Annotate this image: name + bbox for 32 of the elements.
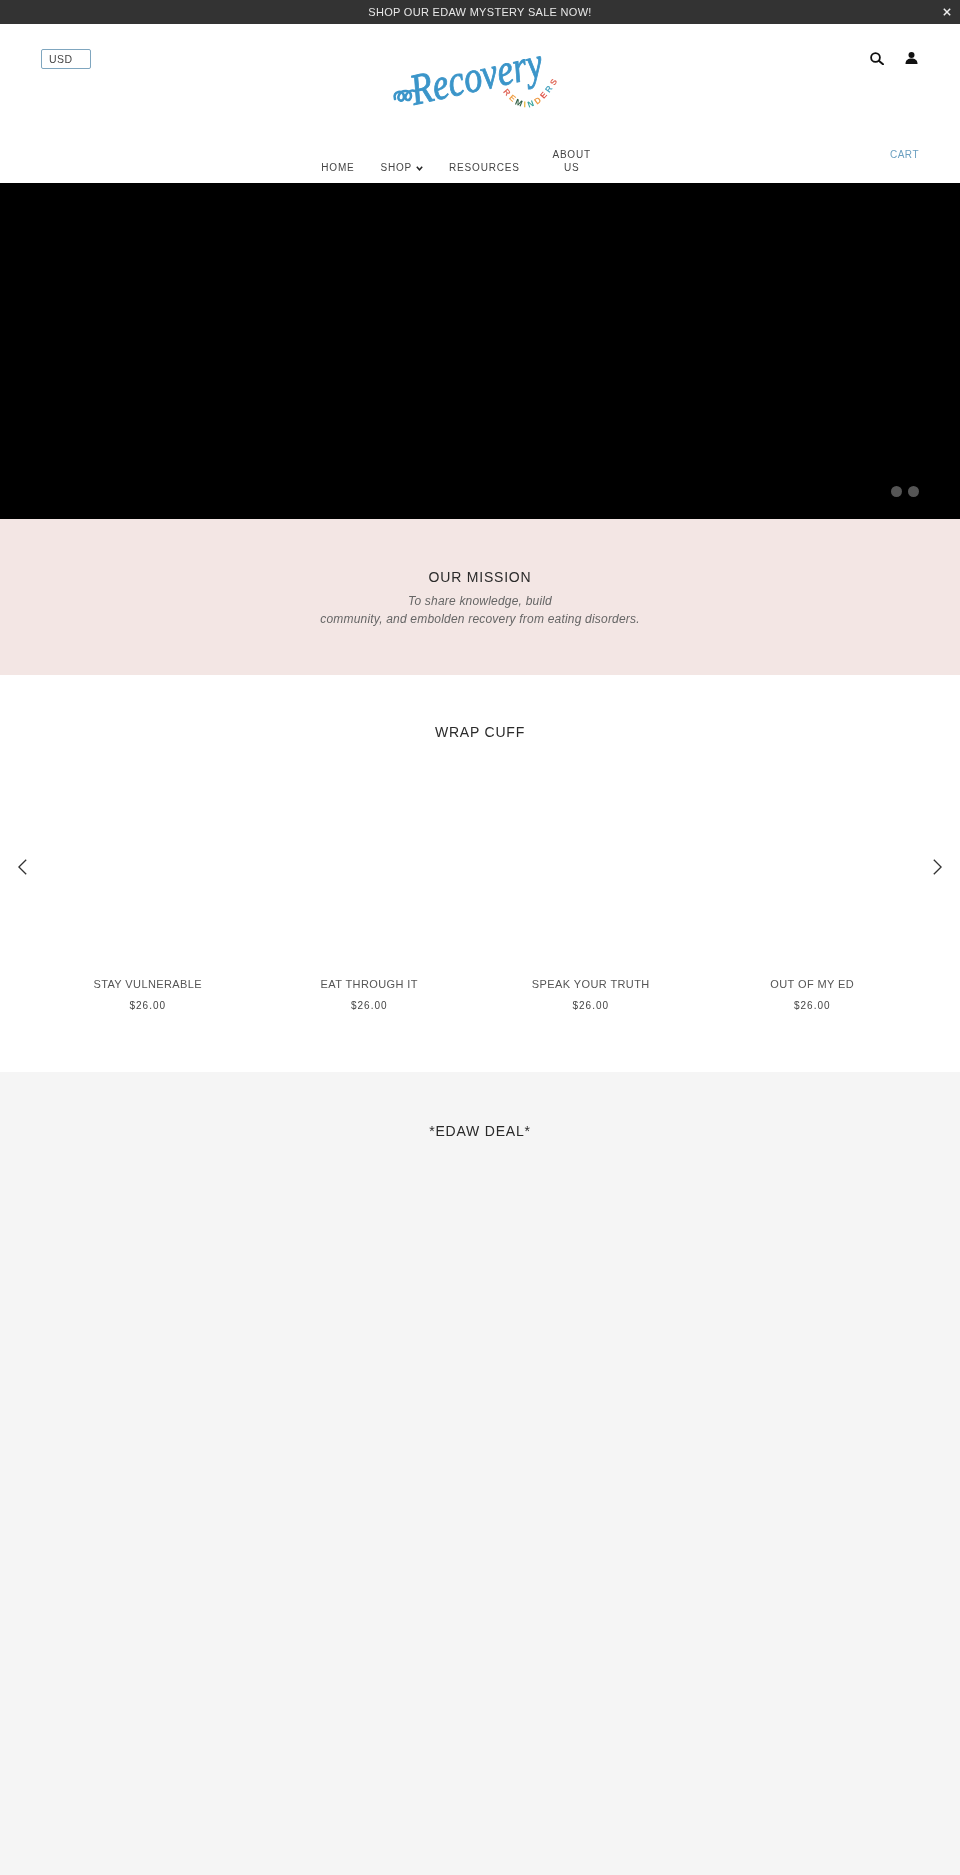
announcement-text: SHOP OUR EDAW MYSTERY SALE NOW! — [368, 5, 592, 19]
nav-link[interactable]: SHOP — [380, 161, 424, 174]
product-title[interactable]: OUT OF MY ED — [770, 976, 855, 992]
close-icon — [943, 8, 951, 16]
product-price: $26.00 — [572, 999, 610, 1013]
next-button[interactable] — [933, 859, 942, 875]
user-icon — [905, 52, 918, 64]
chevron-left-icon — [18, 859, 27, 875]
slide-dot[interactable] — [891, 486, 902, 497]
nav-link[interactable]: RESOURCES — [449, 161, 520, 174]
product-title[interactable]: SPEAK YOUR TRUTH — [531, 976, 650, 992]
logo[interactable]: Recovery REMINDERS — [383, 49, 576, 119]
nav-link[interactable]: ABOUT US — [545, 148, 598, 174]
section-title: *EDAW DEAL* — [429, 1122, 531, 1141]
product-title[interactable]: EAT THROUGH IT — [320, 976, 418, 992]
account-button[interactable] — [905, 52, 918, 65]
section-title: OUR MISSION — [428, 568, 532, 587]
chevron-right-icon — [933, 859, 942, 875]
product-price: $26.00 — [129, 999, 167, 1013]
slide-dot[interactable] — [908, 486, 919, 497]
caret-icon — [416, 165, 424, 171]
nav-link[interactable]: HOME — [321, 161, 355, 174]
close-button[interactable] — [943, 8, 951, 16]
product-price: $26.00 — [793, 999, 831, 1013]
search-button[interactable] — [870, 52, 884, 65]
product-title[interactable]: STAY VULNERABLE — [93, 976, 203, 992]
currency-select[interactable]: USD — [41, 49, 91, 69]
previous-button[interactable] — [18, 859, 27, 875]
product-price: $26.00 — [350, 999, 388, 1013]
mission-text: To share knowledge, build community, and embolden recovery from eating disorders. — [320, 593, 640, 628]
section-title: WRAP CUFF — [434, 723, 526, 742]
search-icon — [870, 52, 884, 65]
